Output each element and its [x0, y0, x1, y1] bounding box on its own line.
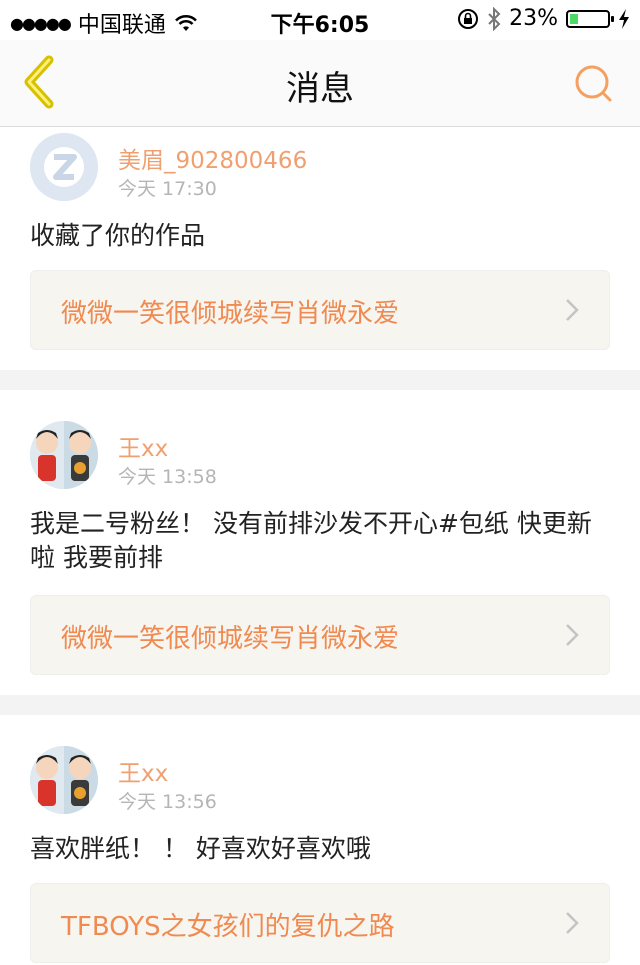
work-title: 微微一笑很倾城续写肖微永爱 — [61, 299, 400, 329]
timestamp: 今天 13:58 — [118, 466, 217, 488]
username[interactable]: 王xx — [118, 429, 168, 463]
work-link[interactable]: 微微一笑很倾城续写肖微永爱 — [30, 595, 610, 675]
divider — [0, 695, 640, 715]
work-link[interactable]: TFBOYS之女孩们的复仇之路 — [30, 883, 610, 963]
work-title: 微微一笑很倾城续写肖微永爱 — [61, 624, 400, 654]
status-bar: ●●●●● 中国联通 下午6:05 23% — [0, 0, 640, 40]
cartoon-couple-avatar[interactable] — [30, 421, 98, 489]
username[interactable]: 王xx — [118, 754, 168, 788]
navigation-bar: 消息 — [0, 40, 640, 127]
timestamp: 今天 17:30 — [118, 178, 217, 200]
cartoon-couple-avatar[interactable] — [30, 746, 98, 814]
message-item[interactable]: 王xx 今天 13:56 喜欢胖纸！ ！ 好喜欢好喜欢哦 TFBOYS之女孩们的… — [0, 715, 640, 965]
message-text: 喜欢胖纸！ ！ 好喜欢好喜欢哦 — [30, 834, 371, 863]
message-list[interactable]: 美眉_902800466 今天 17:30 收藏了你的作品 微微一笑很倾城续写肖… — [0, 127, 640, 965]
battery-percent: 23% — [509, 6, 558, 31]
chevron-right-icon — [566, 624, 579, 646]
search-button[interactable] — [574, 64, 614, 104]
work-link[interactable]: 微微一笑很倾城续写肖微永爱 — [30, 270, 610, 350]
page-title: 消息 — [286, 69, 354, 109]
chevron-right-icon — [566, 299, 579, 321]
rotation-lock-icon — [458, 8, 479, 29]
message-item[interactable]: 王xx 今天 13:58 我是二号粉丝！ 没有前排沙发不开心#包纸 快更新啦 我… — [0, 390, 640, 695]
message-text: 我是二号粉丝！ 没有前排沙发不开心#包纸 快更新啦 我要前排 — [30, 509, 592, 572]
battery-level — [570, 13, 578, 24]
divider — [0, 370, 640, 390]
timestamp: 今天 13:56 — [118, 791, 217, 813]
charging-icon — [619, 8, 629, 29]
chevron-right-icon — [566, 912, 579, 934]
message-item[interactable]: 美眉_902800466 今天 17:30 收藏了你的作品 微微一笑很倾城续写肖… — [0, 127, 640, 370]
username[interactable]: 美眉_902800466 — [118, 141, 307, 175]
work-title: TFBOYS之女孩们的复仇之路 — [61, 912, 395, 942]
battery-icon — [566, 9, 614, 28]
bluetooth-icon — [488, 6, 501, 31]
message-text: 收藏了你的作品 — [30, 221, 206, 250]
qq-default-avatar[interactable] — [30, 133, 98, 201]
